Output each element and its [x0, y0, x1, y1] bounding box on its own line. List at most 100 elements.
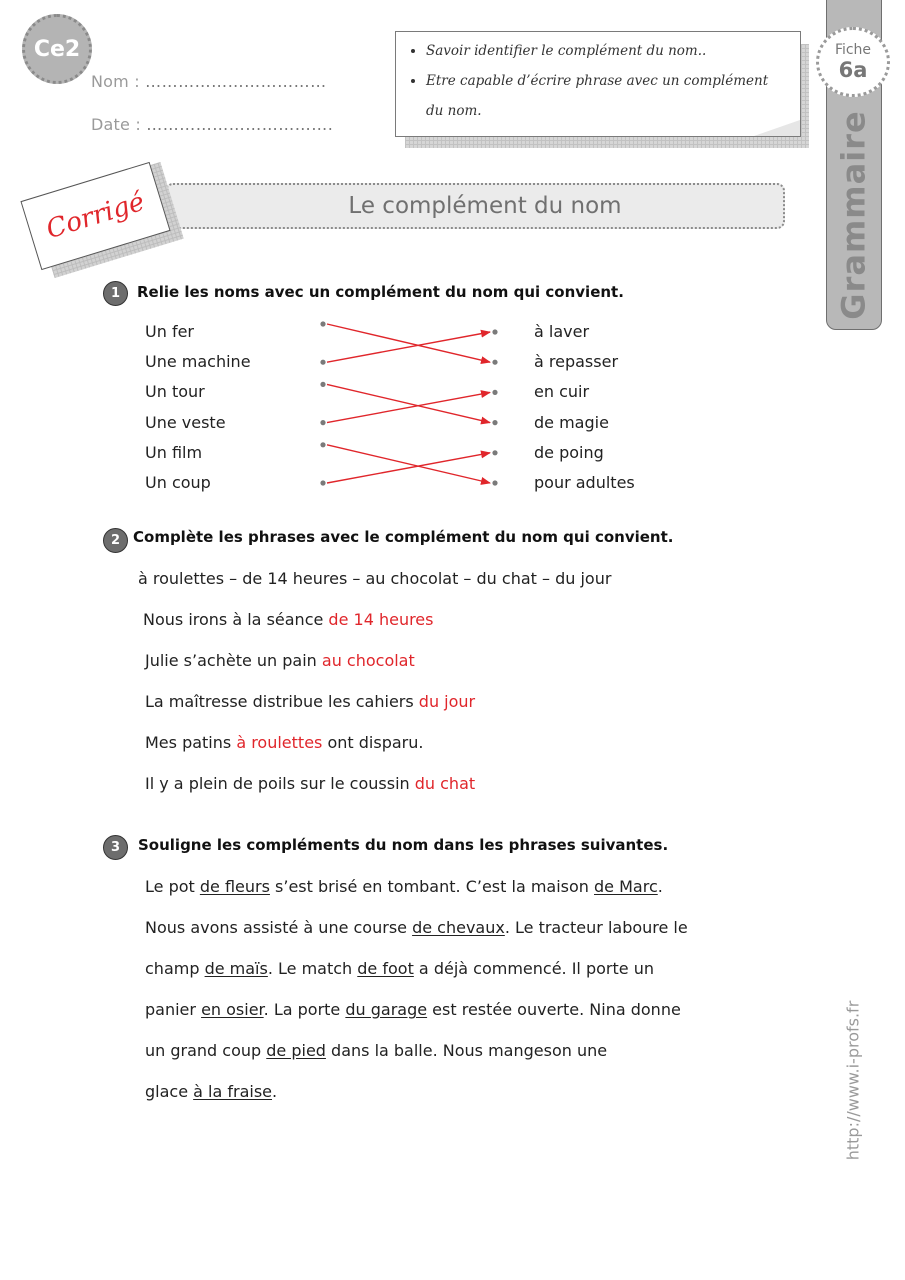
match-left-item: Une machine: [145, 352, 251, 372]
exercise-3-number: 3: [110, 840, 121, 855]
corrige-label: Corrigé: [42, 186, 149, 246]
match-left-item: Un fer: [145, 322, 194, 341]
sentence-answer: à roulettes: [236, 733, 323, 752]
match-link-arrow: [326, 390, 491, 424]
sentence-text: Nous irons à la séance: [143, 610, 329, 629]
match-left-dot[interactable]: [320, 480, 326, 486]
objectives-list: Savoir identifier le complément du nom..…: [408, 36, 788, 126]
line-text: . La porte: [263, 1000, 346, 1019]
match-right-dot[interactable]: [492, 329, 498, 335]
sentence-answer: au chocolat: [321, 651, 415, 670]
underlined-complement: de maïs: [204, 959, 268, 978]
match-right-item: à repasser: [534, 352, 619, 372]
title-banner: Le complément du nom: [165, 183, 785, 229]
date-dots: …………………………….: [146, 115, 334, 134]
match-right-item: à laver: [534, 322, 590, 341]
exercise-1-number: 1: [110, 286, 121, 301]
subject-label: Grammaire: [835, 110, 873, 320]
match-link-arrow: [326, 329, 491, 363]
level-badge: Ce2: [22, 14, 92, 84]
line-text: Le pot: [145, 877, 200, 896]
match-left-dot[interactable]: [320, 442, 326, 448]
match-right-dot[interactable]: [492, 359, 498, 365]
page-curl-decoration: [754, 120, 800, 136]
sentence-text: Julie s’achète un pain: [145, 651, 322, 670]
sentence-text: Mes patins: [145, 733, 237, 752]
match-left-dot[interactable]: [320, 359, 326, 365]
exercise-2-number-badge: 2: [103, 528, 128, 553]
underlined-complement: de fleurs: [199, 877, 270, 896]
fiche-label: Fiche: [834, 42, 872, 58]
match-left-item: Un tour: [145, 382, 205, 402]
objective-item: Savoir identifier le complément du nom..: [426, 36, 788, 66]
line-text: un grand coup: [145, 1041, 267, 1060]
sentence-answer: de 14 heures: [328, 610, 434, 629]
exercise-3-instruction: Souligne les compléments du nom dans les…: [138, 836, 669, 854]
match-right-item: pour adultes: [534, 473, 635, 492]
exercise-1-instruction: Relie les noms avec un complément du nom…: [137, 283, 624, 301]
word-bank: à roulettes – de 14 heures – au chocolat…: [138, 569, 612, 588]
sentence-text: La maîtresse distribue les cahiers: [145, 692, 419, 711]
match-link-arrow: [326, 383, 491, 425]
match-right-item: de poing: [534, 442, 604, 462]
name-dots: ……………………………: [145, 72, 327, 91]
line-text: Nous avons assisté à une course: [145, 918, 413, 937]
exercise-3-line: glace à la fraise.: [145, 1082, 277, 1101]
fill-in-sentence: Il y a plein de poils sur le coussin du …: [145, 774, 475, 793]
sentence-text: ont disparu.: [322, 733, 424, 752]
exercise-3-line: Le pot de fleurs s’est brisé en tombant.…: [145, 877, 663, 896]
underlined-complement: de foot: [357, 959, 414, 978]
line-text: . Le match: [267, 959, 358, 978]
exercise-3-line: Nous avons assisté à une course de cheva…: [145, 918, 688, 937]
match-left-dot[interactable]: [320, 420, 326, 426]
match-right-dot[interactable]: [492, 480, 498, 486]
line-text: champ: [145, 959, 205, 978]
match-right-item: en cuir: [534, 382, 590, 402]
match-link-arrow: [326, 450, 491, 484]
exercise-2-instruction: Complète les phrases avec le complément …: [133, 528, 674, 546]
fill-in-sentence: La maîtresse distribue les cahiers du jo…: [145, 692, 475, 711]
underlined-complement: en osier: [201, 1000, 264, 1019]
line-text: est restée ouverte. Nina donne: [427, 1000, 681, 1019]
exercise-3-number-badge: 3: [103, 835, 128, 860]
line-text: glace: [145, 1082, 194, 1101]
sentence-answer: du jour: [418, 692, 476, 711]
fill-in-sentence: Julie s’achète un pain au chocolat: [145, 651, 415, 670]
fill-in-sentence: Mes patins à roulettes ont disparu.: [145, 733, 423, 752]
objective-item: Etre capable d’écrire phrase avec un com…: [426, 66, 788, 126]
match-right-dot[interactable]: [492, 420, 498, 426]
page-title: Le complément du nom: [348, 193, 622, 219]
match-left-item: Un film: [145, 442, 203, 462]
sentence-answer: du chat: [414, 774, 476, 793]
underlined-complement: de pied: [266, 1041, 326, 1060]
exercise-2-number: 2: [110, 533, 121, 548]
match-link-arrow: [326, 444, 491, 485]
line-text: . Le tracteur laboure le: [504, 918, 688, 937]
date-field: Date : …………………………….: [91, 115, 333, 134]
match-left-item: Une veste: [145, 412, 226, 432]
match-right-dot[interactable]: [492, 450, 498, 456]
match-left-item: Un coup: [145, 473, 211, 492]
date-label: Date :: [91, 115, 141, 134]
fiche-number: 6a: [838, 58, 868, 82]
underlined-complement: du garage: [345, 1000, 428, 1019]
exercise-3-line: un grand coup de pied dans la balle. Nou…: [145, 1041, 607, 1060]
match-right-dot[interactable]: [492, 389, 498, 395]
match-left-dot[interactable]: [320, 381, 326, 387]
exercise-1-number-badge: 1: [103, 281, 128, 306]
match-link-arrow: [326, 323, 491, 365]
match-left-dot[interactable]: [320, 321, 326, 327]
line-text: .: [657, 877, 663, 896]
fill-in-sentence: Nous irons à la séance de 14 heures: [143, 610, 433, 629]
exercise-3-line: champ de maïs. Le match de foot a déjà c…: [145, 959, 654, 978]
line-text: .: [272, 1082, 278, 1101]
underlined-complement: à la fraise: [193, 1082, 273, 1101]
exercise-3-line: panier en osier. La porte du garage est …: [145, 1000, 681, 1019]
sentence-text: Il y a plein de poils sur le coussin: [145, 774, 415, 793]
match-right-item: de magie: [534, 412, 609, 432]
underlined-complement: de Marc: [594, 877, 658, 896]
objectives-card: Savoir identifier le complément du nom..…: [395, 31, 801, 137]
line-text: panier: [145, 1000, 202, 1019]
name-label: Nom :: [91, 72, 140, 91]
level-label: Ce2: [33, 36, 81, 62]
